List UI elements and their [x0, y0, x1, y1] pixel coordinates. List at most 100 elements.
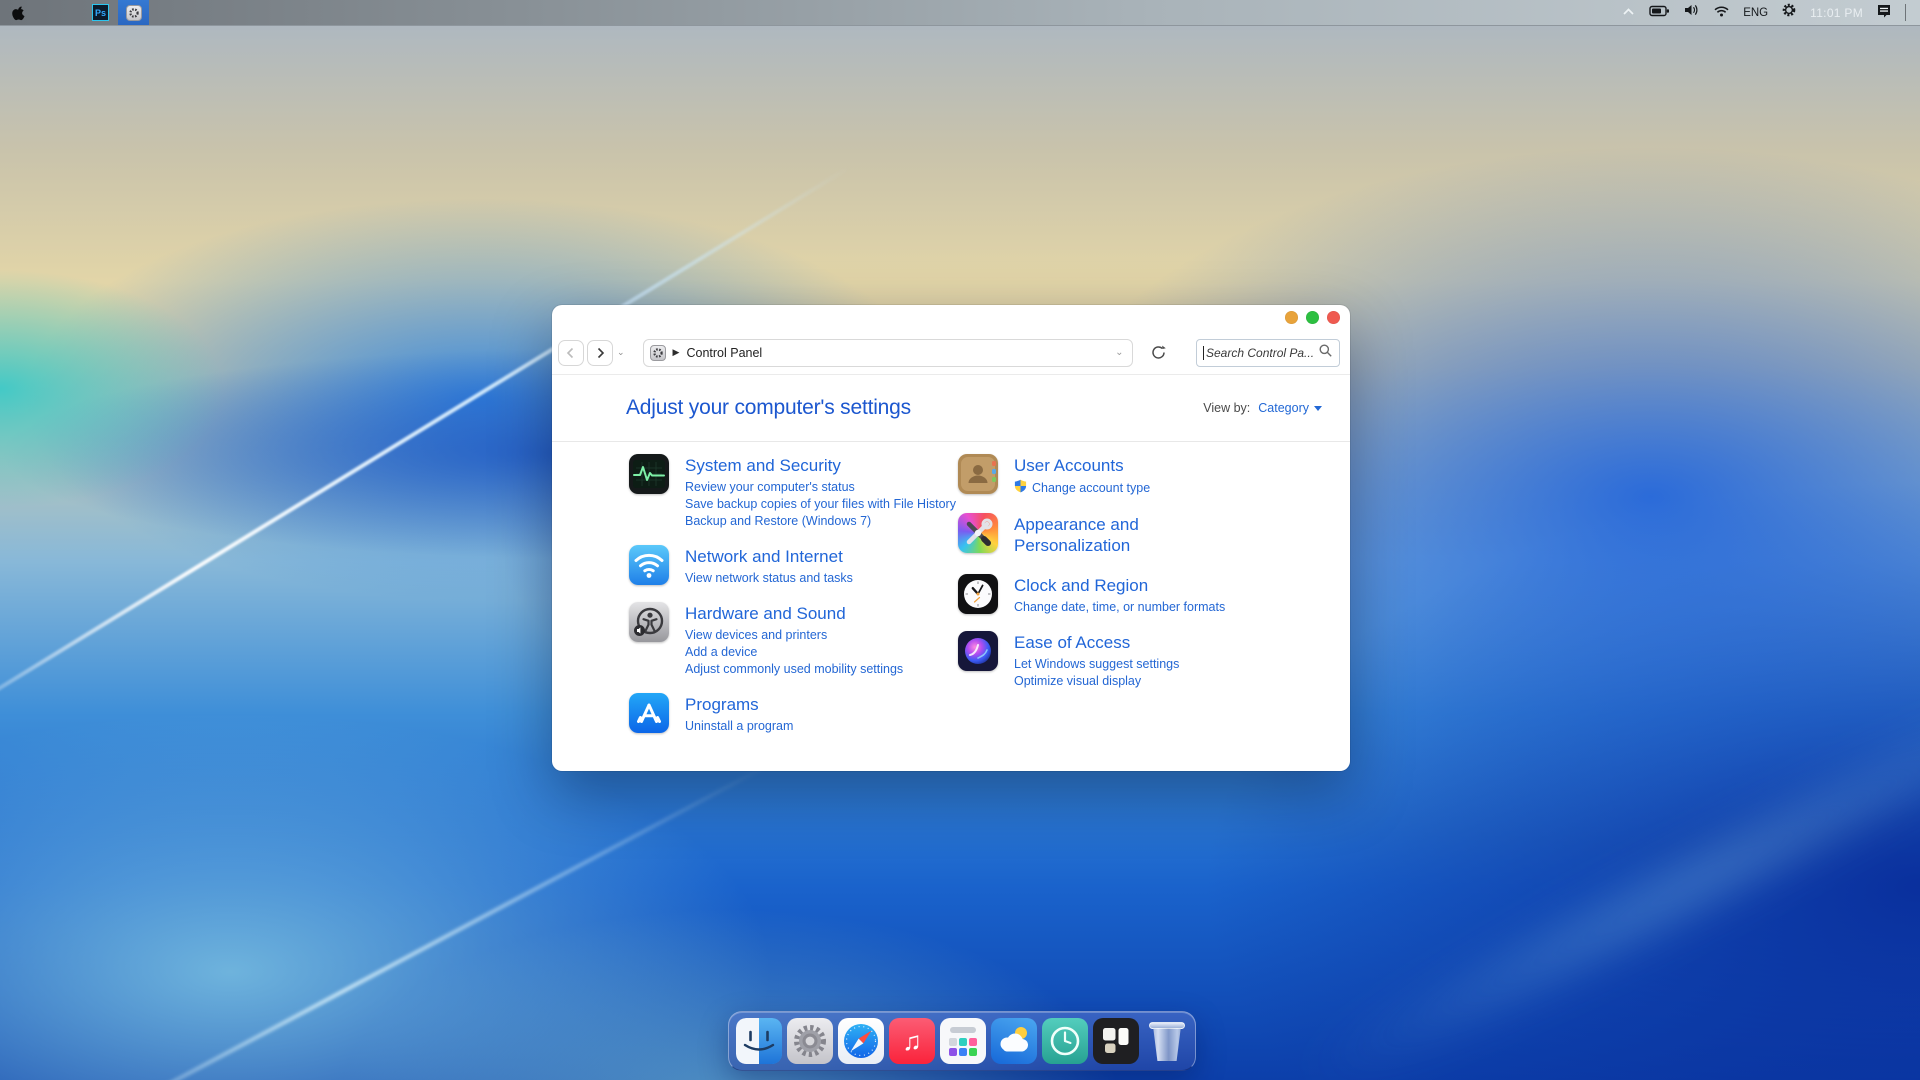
search-icon[interactable] — [1318, 343, 1333, 363]
tiles-icon[interactable] — [1093, 1018, 1139, 1064]
wifi-icon[interactable] — [1713, 4, 1730, 22]
language-indicator[interactable]: ENG — [1743, 7, 1768, 19]
chevron-up-icon[interactable] — [1621, 4, 1636, 22]
breadcrumb-arrow-icon[interactable]: ▶ — [673, 347, 680, 358]
category-column-right: User Accounts Change account type — [958, 454, 1350, 750]
category-programs: Programs Uninstall a program — [629, 693, 958, 735]
back-button[interactable] — [558, 340, 584, 366]
activity-monitor-icon[interactable] — [629, 454, 669, 494]
category-ease-of-access: Ease of Access Let Windows suggest setti… — [958, 631, 1350, 690]
category-link[interactable]: Change date, time, or number formats — [1014, 599, 1254, 616]
safari-icon[interactable] — [838, 1018, 884, 1064]
category-link[interactable]: Optimize visual display — [1014, 673, 1254, 690]
view-by-dropdown[interactable]: Category — [1258, 401, 1322, 415]
apple-logo-icon[interactable] — [0, 4, 34, 22]
category-title[interactable]: Clock and Region — [1014, 575, 1254, 596]
category-title[interactable]: Ease of Access — [1014, 632, 1254, 653]
minimize-button[interactable] — [1285, 311, 1298, 324]
category-system-and-security: System and Security Review your computer… — [629, 454, 958, 530]
desktop: Ps ENG 11:01 PM — [0, 0, 1920, 1080]
forward-button[interactable] — [587, 340, 613, 366]
launchpad-icon[interactable] — [940, 1018, 986, 1064]
weather-icon[interactable] — [991, 1018, 1037, 1064]
music-note-glyph: ♫ — [902, 1028, 922, 1054]
time-machine-icon[interactable] — [1042, 1018, 1088, 1064]
control-panel-window: ⌄ ▶ Control Panel ⌄ Search Control Pa... — [552, 305, 1350, 771]
view-by-label: View by: — [1203, 401, 1250, 415]
category-link[interactable]: Backup and Restore (Windows 7) — [685, 513, 957, 530]
category-network-and-internet: Network and Internet View network status… — [629, 545, 958, 587]
trash-rim — [1149, 1022, 1185, 1029]
recent-pages-chevron-icon[interactable]: ⌄ — [617, 347, 625, 358]
menu-bar: Ps ENG 11:01 PM — [0, 0, 1920, 25]
category-link[interactable]: Review your computer's status — [685, 479, 957, 496]
category-title[interactable]: System and Security — [685, 455, 957, 476]
category-column-left: System and Security Review your computer… — [629, 454, 958, 750]
settings-gear-icon[interactable] — [1781, 2, 1797, 23]
category-link[interactable]: Save backup copies of your files with Fi… — [685, 496, 957, 513]
category-link[interactable]: View devices and printers — [685, 627, 957, 644]
control-panel-taskbar-icon[interactable] — [118, 0, 149, 25]
finder-icon[interactable] — [736, 1018, 782, 1064]
music-icon[interactable]: ♫ — [889, 1018, 935, 1064]
category-appearance-personalization: Appearance and Personalization — [958, 513, 1350, 559]
system-preferences-icon[interactable] — [787, 1018, 833, 1064]
wallpaper-streak — [52, 759, 778, 1080]
category-list: System and Security Review your computer… — [552, 442, 1350, 750]
category-link[interactable]: Let Windows suggest settings — [1014, 656, 1254, 673]
control-panel-icon — [650, 345, 666, 361]
breadcrumb[interactable]: Control Panel — [686, 346, 762, 360]
category-user-accounts: User Accounts Change account type — [958, 454, 1350, 498]
traffic-lights — [1285, 311, 1340, 324]
notification-center-icon[interactable] — [1876, 3, 1892, 23]
category-link[interactable]: Uninstall a program — [685, 718, 957, 735]
wallpaper-streak — [1285, 649, 1920, 1080]
address-bar[interactable]: ▶ Control Panel ⌄ — [643, 339, 1133, 367]
view-by-value: Category — [1258, 401, 1309, 415]
menu-bar-left: Ps — [0, 0, 149, 25]
contacts-icon[interactable] — [958, 454, 998, 494]
wifi-icon[interactable] — [629, 545, 669, 585]
text-caret — [1203, 346, 1204, 360]
category-title[interactable]: User Accounts — [1014, 455, 1254, 476]
show-desktop-separator[interactable] — [1905, 4, 1906, 21]
view-by-control: View by: Category — [1203, 401, 1322, 415]
category-link[interactable]: Add a device — [685, 644, 957, 661]
system-tray: ENG 11:01 PM — [1621, 0, 1920, 25]
zoom-button[interactable] — [1306, 311, 1319, 324]
page-header: Adjust your computer's settings View by:… — [552, 375, 1350, 442]
window-toolbar: ⌄ ▶ Control Panel ⌄ Search Control Pa... — [552, 331, 1350, 375]
app-store-icon[interactable] — [629, 693, 669, 733]
siri-icon[interactable] — [958, 631, 998, 671]
clock-icon[interactable] — [958, 574, 998, 614]
search-placeholder: Search Control Pa... — [1206, 346, 1318, 360]
category-title[interactable]: Network and Internet — [685, 546, 957, 567]
category-clock-and-region: Clock and Region Change date, time, or n… — [958, 574, 1350, 616]
search-input[interactable]: Search Control Pa... — [1196, 339, 1340, 367]
photoshop-taskbar-icon[interactable]: Ps — [92, 4, 109, 21]
uac-shield-icon — [1014, 479, 1027, 498]
volume-icon[interactable] — [1683, 3, 1700, 22]
category-link-admin[interactable]: Change account type — [1014, 479, 1254, 498]
page-title: Adjust your computer's settings — [626, 396, 911, 420]
category-link-label: Change account type — [1032, 480, 1150, 497]
category-title[interactable]: Hardware and Sound — [685, 603, 957, 624]
gear-icon — [126, 5, 142, 21]
accessibility-sound-icon[interactable] — [629, 602, 669, 642]
window-titlebar[interactable] — [552, 305, 1350, 331]
clock-time[interactable]: 11:01 PM — [1810, 6, 1863, 20]
category-link[interactable]: View network status and tasks — [685, 570, 957, 587]
trash-icon[interactable] — [1144, 1018, 1190, 1064]
category-title[interactable]: Programs — [685, 694, 957, 715]
refresh-button[interactable] — [1147, 341, 1171, 365]
trash-body — [1151, 1028, 1183, 1061]
address-dropdown-icon[interactable]: ⌄ — [1115, 347, 1123, 358]
category-title[interactable]: Appearance and Personalization — [1014, 514, 1254, 556]
dropdown-triangle-icon — [1314, 406, 1322, 411]
battery-icon[interactable] — [1649, 4, 1670, 22]
category-link[interactable]: Adjust commonly used mobility settings — [685, 661, 957, 678]
category-hardware-and-sound: Hardware and Sound View devices and prin… — [629, 602, 958, 678]
customize-tools-icon[interactable] — [958, 513, 998, 553]
dock: ♫ — [728, 1011, 1196, 1071]
close-button[interactable] — [1327, 311, 1340, 324]
